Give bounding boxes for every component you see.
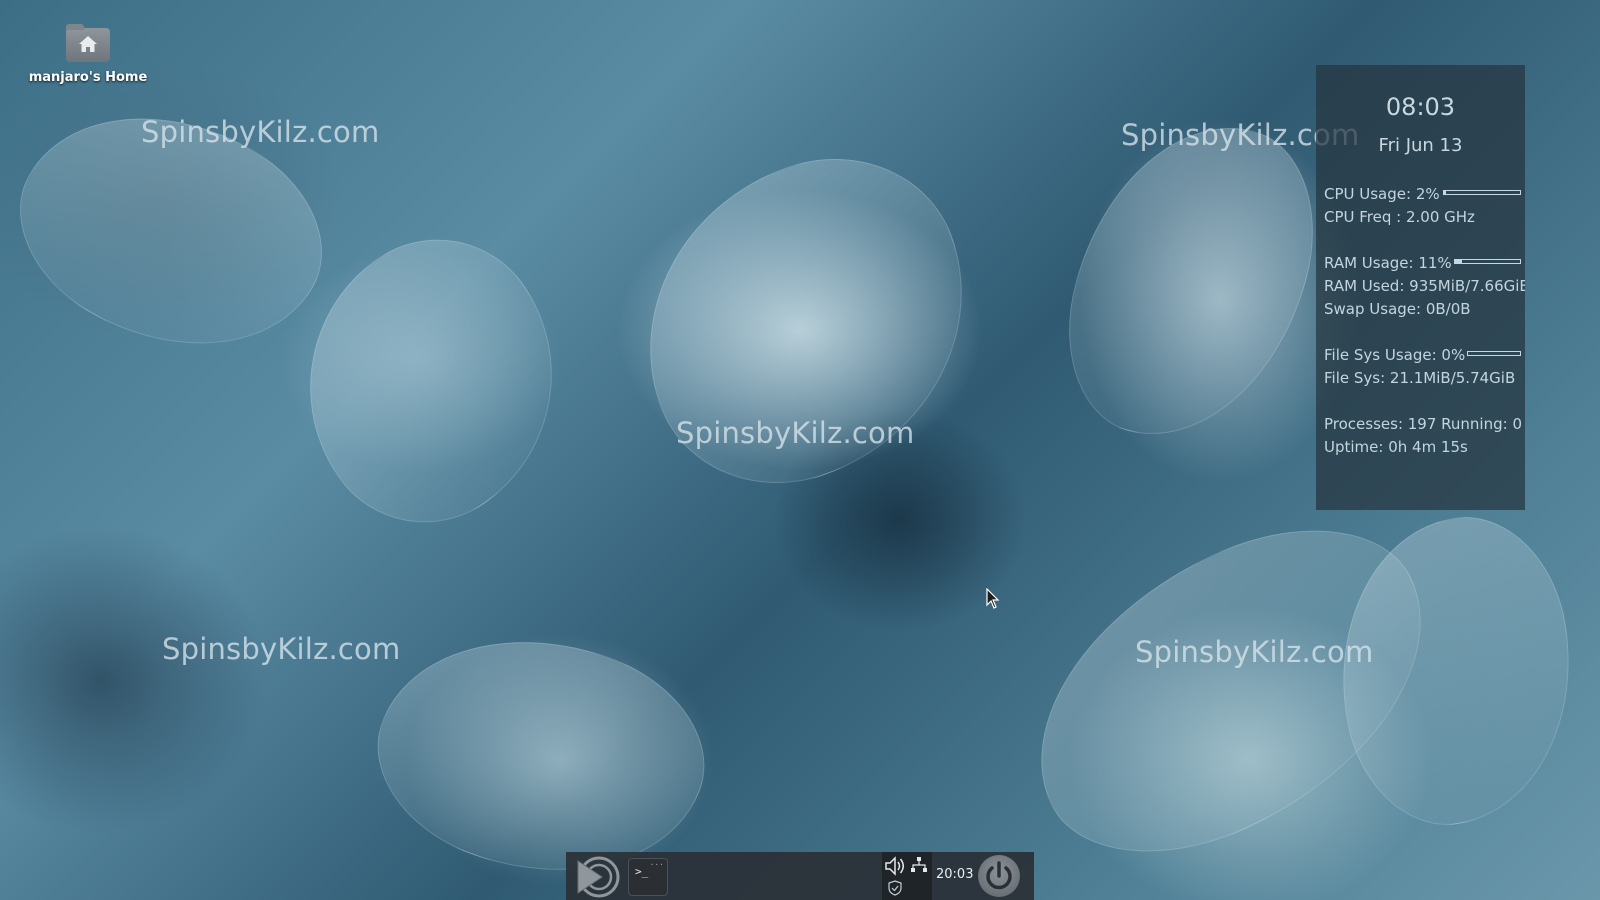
fs-usage-text: File Sys Usage: 0% (1324, 346, 1466, 364)
terminal-dots: ··· (649, 860, 664, 869)
processes-text: Processes: 197 Running: 0 (1324, 415, 1522, 433)
shield-icon[interactable] (888, 880, 902, 896)
watermark-text: SpinsbyKilz.com (162, 632, 401, 666)
cpu-usage-bar (1443, 190, 1521, 195)
cpu-freq-text: CPU Freq : 2.00 GHz (1324, 208, 1475, 226)
fs-text: File Sys: 21.1MiB/5.74GiB (1324, 369, 1516, 387)
watermark-text: SpinsbyKilz.com (676, 416, 915, 450)
wallpaper-petal (1042, 96, 1340, 466)
desktop-wallpaper: SpinsbyKilz.com SpinsbyKilz.com SpinsbyK… (0, 0, 1600, 900)
terminal-glyph: >_ (635, 865, 649, 878)
home-folder-icon (66, 24, 110, 62)
desktop-icon-home[interactable]: manjaro's Home (28, 24, 148, 85)
taskbar-clock[interactable]: 20:03 (936, 867, 973, 882)
power-icon[interactable] (978, 855, 1020, 897)
cpu-usage-text: CPU Usage: 2% (1324, 185, 1440, 203)
desktop-icon-label: manjaro's Home (28, 70, 148, 85)
ram-usage-text: RAM Usage: 11% (1324, 254, 1452, 272)
widget-date: Fri Jun 13 (1378, 135, 1463, 156)
system-tray (882, 852, 932, 900)
wallpaper-petal (598, 122, 1014, 520)
mouse-cursor-icon (986, 587, 1000, 614)
wallpaper-petal (0, 59, 358, 403)
widget-time: 08:03 (1385, 93, 1456, 121)
ram-usage-bar (1454, 259, 1521, 264)
network-icon[interactable] (910, 856, 928, 874)
volume-icon[interactable] (882, 854, 908, 878)
uptime-text: Uptime: 0h 4m 15s (1324, 438, 1468, 456)
system-monitor-widget: 08:03 Fri Jun 13 CPU Usage: 2% CPU Freq … (1316, 65, 1525, 510)
watermark-text: SpinsbyKilz.com (1135, 635, 1374, 669)
app-launcher-icon[interactable] (572, 855, 622, 899)
fs-usage-bar (1467, 351, 1521, 356)
swap-usage-text: Swap Usage: 0B/0B (1324, 300, 1471, 318)
ram-usage-fill (1455, 260, 1463, 263)
cpu-usage-fill (1444, 191, 1446, 194)
watermark-text: SpinsbyKilz.com (141, 115, 380, 149)
taskbar: >_ ··· 20:03 (566, 852, 1034, 900)
ram-used-text: RAM Used: 935MiB/7.66GiB (1324, 277, 1525, 295)
terminal-icon[interactable]: >_ ··· (628, 858, 668, 896)
